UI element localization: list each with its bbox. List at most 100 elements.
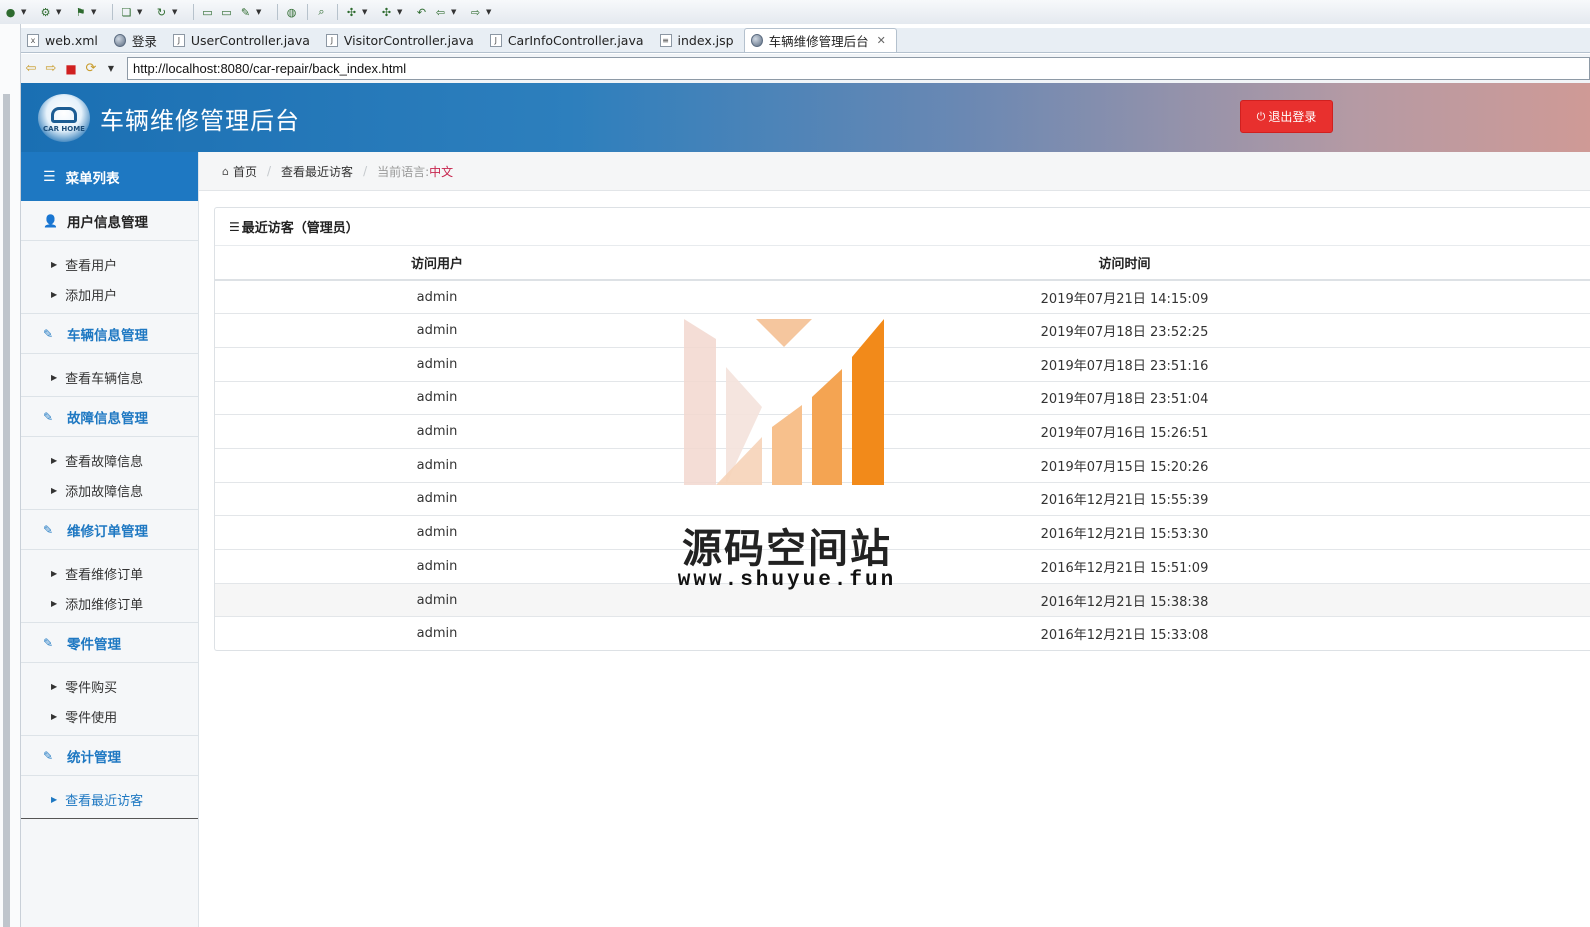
sidebar-item-add-order[interactable]: ▶ 添加维修订单	[21, 588, 198, 618]
visit-time-cell: 2016年12月21日 15:33:08	[659, 616, 1590, 651]
visitors-table: 访问用户 访问时间 admin 2019年07月21日 14:15:09 admin…	[215, 246, 1590, 651]
caret-right-icon: ▶	[51, 598, 58, 608]
sidebar-group-stats[interactable]: ✎ 统计管理	[21, 736, 198, 776]
sidebar-item-add-user[interactable]: ▶ 添加用户	[21, 279, 198, 309]
sidebar-item-buy-parts[interactable]: ▶ 零件购买	[21, 671, 198, 701]
forward-arrow-icon[interactable]: ⇨	[41, 61, 61, 76]
tab-index-jsp[interactable]: ≡ index.jsp	[654, 28, 744, 52]
debug-icon[interactable]: ⚙	[37, 4, 54, 20]
breadcrumb-home[interactable]: 首页	[233, 163, 257, 180]
site-title: 车辆维修管理后台	[100, 107, 300, 135]
sidebar-submenu-fault: ▶ 查看故障信息 ▶ 添加故障信息	[21, 437, 198, 510]
sidebar-group-parts[interactable]: ✎ 零件管理	[21, 623, 198, 663]
visit-time-cell: 2019年07月18日 23:51:16	[659, 346, 1590, 382]
sidebar-item-view-vehicles[interactable]: ▶ 查看车辆信息	[21, 362, 198, 392]
caret-right-icon: ▶	[51, 794, 58, 804]
refresh-icon[interactable]: ↻	[153, 4, 170, 20]
tab-login[interactable]: 登录	[108, 28, 167, 52]
chevron-down-icon[interactable]: ▼	[21, 8, 29, 16]
panel-heading: ☰ 最近访客（管理员）	[215, 208, 1590, 246]
forward-icon[interactable]: ⇨	[467, 4, 484, 20]
sidebar-group-vehicle[interactable]: ✎ 车辆信息管理	[21, 314, 198, 354]
sidebar-group-orders[interactable]: ✎ 维修订单管理	[21, 510, 198, 550]
tab-web-xml[interactable]: x web.xml	[21, 28, 108, 52]
server-icon[interactable]: ⚑	[72, 4, 89, 20]
globe-icon[interactable]: ◍	[283, 4, 300, 20]
last-edit-icon[interactable]: ↶	[413, 4, 430, 20]
annotation-icon[interactable]: ✣	[343, 4, 360, 20]
ide-left-strip	[0, 24, 21, 927]
toolbar-separator	[307, 4, 308, 20]
table-header-row: 访问用户 访问时间	[215, 246, 1590, 281]
tab-visitor-controller[interactable]: J VisitorController.java	[320, 28, 484, 52]
sidebar-item-use-parts[interactable]: ▶ 零件使用	[21, 701, 198, 731]
search-icon[interactable]: ⌕	[313, 4, 330, 20]
open-file-icon[interactable]: ▭	[218, 4, 235, 20]
sidebar-group-user[interactable]: 👤 用户信息管理	[21, 201, 198, 241]
chevron-down-icon[interactable]: ▼	[172, 8, 180, 16]
logout-button[interactable]: ⏻ 退出登录	[1240, 100, 1333, 133]
chevron-down-icon[interactable]: ▼	[56, 8, 64, 16]
sidebar-item-view-orders[interactable]: ▶ 查看维修订单	[21, 558, 198, 588]
sidebar-submenu-orders: ▶ 查看维修订单 ▶ 添加维修订单	[21, 550, 198, 623]
toolbar-separator	[277, 4, 278, 20]
item-label: 查看用户	[65, 258, 118, 274]
close-icon[interactable]: ✕	[877, 34, 886, 47]
table-row: admin 2019年07月18日 23:51:04	[215, 380, 1590, 415]
sidebar-item-add-fault[interactable]: ▶ 添加故障信息	[21, 475, 198, 505]
item-label: 零件购买	[65, 680, 118, 696]
visitor-user-cell: admin	[215, 313, 659, 348]
open-folder-icon[interactable]: ▭	[199, 4, 216, 20]
tab-backend-browser[interactable]: 车辆维修管理后台 ✕	[743, 28, 897, 52]
language-value[interactable]: 中文	[429, 163, 453, 180]
sidebar-submenu-stats: ▶ 查看最近访客	[21, 776, 198, 819]
chevron-down-icon[interactable]: ▼	[137, 8, 145, 16]
chevron-down-icon[interactable]: ▼	[101, 64, 121, 73]
visit-time-cell: 2019年07月21日 14:15:09	[659, 279, 1590, 314]
sidebar-item-recent-visitors[interactable]: ▶ 查看最近访客	[21, 784, 198, 814]
tab-user-controller[interactable]: J UserController.java	[167, 28, 320, 52]
chevron-down-icon[interactable]: ▼	[91, 8, 99, 16]
visit-time-cell: 2019年07月18日 23:51:04	[659, 380, 1590, 415]
chevron-down-icon[interactable]: ▼	[397, 8, 405, 16]
chevron-down-icon[interactable]: ▼	[451, 8, 459, 16]
deploy-icon[interactable]: ✎	[237, 4, 254, 20]
stop-icon[interactable]: ■	[61, 62, 81, 76]
new-icon[interactable]: ❏	[118, 4, 135, 20]
sidebar-item-view-faults[interactable]: ▶ 查看故障信息	[21, 445, 198, 475]
caret-right-icon: ▶	[51, 372, 58, 382]
user-icon: 👤	[43, 213, 58, 228]
sidebar-item-view-users[interactable]: ▶ 查看用户	[21, 249, 198, 279]
url-input[interactable]: http://localhost:8080/car-repair/back_in…	[127, 57, 1590, 80]
visitor-user-cell: admin	[215, 380, 659, 415]
java-file-icon: J	[172, 33, 185, 47]
back-arrow-icon[interactable]: ⇦	[21, 61, 41, 76]
toolbar-separator	[337, 4, 338, 20]
back-icon[interactable]: ⇦	[432, 4, 449, 20]
table-row: admin 2016年12月21日 15:53:30	[215, 515, 1590, 550]
table-row: admin 2019年07月18日 23:52:25	[215, 313, 1590, 348]
tab-label: VisitorController.java	[343, 32, 474, 48]
edit-icon: ✎	[43, 326, 54, 341]
chevron-down-icon[interactable]: ▼	[486, 8, 494, 16]
java-file-icon: J	[489, 33, 502, 47]
menu-title: 菜单列表	[65, 170, 120, 187]
xml-file-icon: x	[27, 33, 39, 47]
language-label: 当前语言:	[377, 164, 430, 179]
visitor-user-cell: admin	[215, 515, 659, 550]
column-header-user: 访问用户	[215, 246, 659, 281]
menu-header: ☰ 菜单列表	[21, 152, 198, 201]
annotation-icon[interactable]: ✣	[378, 4, 395, 20]
ide-scrollbar[interactable]	[3, 94, 10, 927]
chevron-down-icon[interactable]: ▼	[256, 8, 264, 16]
edit-icon: ✎	[43, 748, 54, 763]
table-row: admin 2016年12月21日 15:51:09	[215, 549, 1590, 584]
app-header: CAR HOME 车辆维修管理后台 ⏻ 退出登录	[21, 83, 1590, 152]
refresh-icon[interactable]: ⟳	[81, 61, 101, 76]
browser-bar: ⇦ ⇨ ■ ⟳ ▼ http://localhost:8080/car-repa…	[21, 54, 1590, 83]
chevron-down-icon[interactable]: ▼	[362, 8, 370, 16]
run-icon[interactable]: ●	[2, 4, 19, 20]
sidebar-group-fault[interactable]: ✎ 故障信息管理	[21, 397, 198, 437]
sidebar-submenu-vehicle: ▶ 查看车辆信息	[21, 354, 198, 397]
tab-carinfo-controller[interactable]: J CarInfoController.java	[484, 28, 654, 52]
